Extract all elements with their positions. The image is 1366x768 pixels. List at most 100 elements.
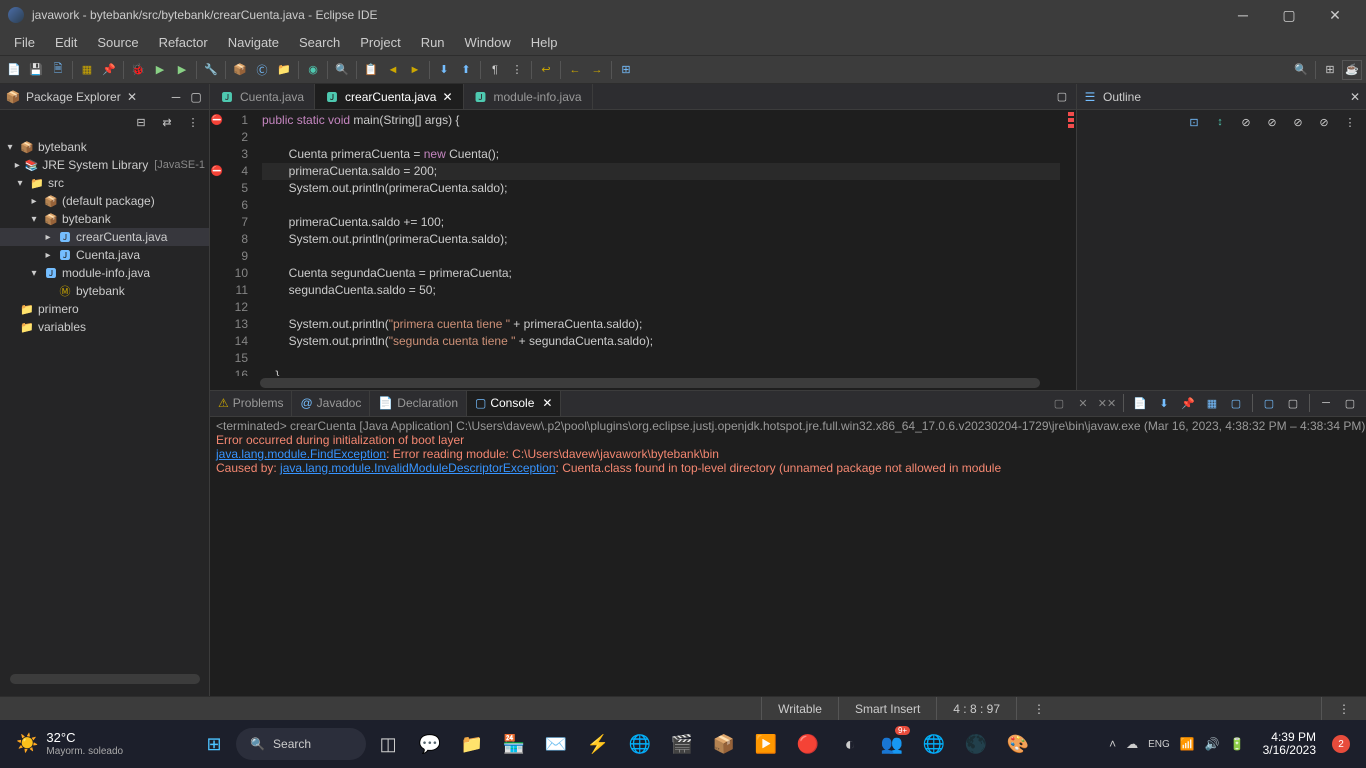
taskbar-clock[interactable]: 4:39 PM 3/16/2023 bbox=[1263, 731, 1316, 757]
app-mail-icon[interactable]: ✉️ bbox=[536, 724, 576, 764]
save-icon[interactable]: 💾 bbox=[26, 60, 46, 80]
debug-icon[interactable]: 🐞 bbox=[128, 60, 148, 80]
editor-maximize-icon[interactable]: ▢ bbox=[1052, 87, 1072, 107]
new-folder-icon[interactable]: 📁 bbox=[274, 60, 294, 80]
view-maximize-icon[interactable]: ▢ bbox=[189, 90, 203, 104]
package-explorer-close[interactable]: ✕ bbox=[127, 90, 137, 104]
tray-battery-icon[interactable]: 🔋 bbox=[1230, 737, 1245, 751]
menu-file[interactable]: File bbox=[4, 31, 45, 54]
tab-declaration[interactable]: 📄Declaration bbox=[370, 391, 467, 416]
view-minimize-icon[interactable]: ─ bbox=[169, 90, 183, 104]
step-icon[interactable]: ⬇ bbox=[434, 60, 454, 80]
app-media-icon[interactable]: ▶️ bbox=[746, 724, 786, 764]
next-annotation-icon[interactable]: ► bbox=[405, 60, 425, 80]
outline-sort-icon[interactable]: ↕ bbox=[1210, 112, 1230, 132]
console-display-icon[interactable]: ▦ bbox=[1202, 393, 1222, 413]
console-max-icon[interactable]: ▢ bbox=[1340, 393, 1360, 413]
tree-primero[interactable]: 📁 primero bbox=[0, 300, 209, 318]
tab-close-icon[interactable]: ✕ bbox=[442, 90, 452, 104]
java-perspective-icon[interactable]: ☕ bbox=[1342, 60, 1362, 80]
app-power-icon[interactable]: ⚡ bbox=[578, 724, 618, 764]
console-output[interactable]: <terminated> crearCuenta [Java Applicati… bbox=[210, 417, 1366, 697]
search-toolbar-icon[interactable]: 🔍 bbox=[332, 60, 352, 80]
outline-menu-icon[interactable]: ⋮ bbox=[1340, 112, 1360, 132]
outline-hide-local-icon[interactable]: ⊘ bbox=[1314, 112, 1334, 132]
start-button[interactable]: ⊞ bbox=[194, 724, 234, 764]
app-teams-icon[interactable]: 👥9+ bbox=[872, 724, 912, 764]
tab-module-info[interactable]: 🅹 module-info.java bbox=[464, 84, 593, 109]
app-chat-icon[interactable]: 💬 bbox=[410, 724, 450, 764]
back-icon[interactable]: ← bbox=[565, 60, 585, 80]
app-store-icon[interactable]: 🏪 bbox=[494, 724, 534, 764]
tab-crearcuenta[interactable]: 🅹 crearCuenta.java ✕ bbox=[315, 84, 463, 109]
tree-src[interactable]: ▾📁 src bbox=[0, 174, 209, 192]
taskbar-search[interactable]: 🔍 Search bbox=[236, 728, 366, 760]
menu-search[interactable]: Search bbox=[289, 31, 350, 54]
tab-console[interactable]: ▢Console✕ bbox=[467, 391, 561, 416]
console-remove-icon[interactable]: ✕ bbox=[1073, 393, 1093, 413]
quick-search-icon[interactable]: 🔍 bbox=[1291, 60, 1311, 80]
app-chrome-icon[interactable]: 🔴 bbox=[788, 724, 828, 764]
tray-chevron-icon[interactable]: ˄ bbox=[1109, 737, 1116, 751]
console-clear-icon[interactable]: 📄 bbox=[1130, 393, 1150, 413]
status-menu2-icon[interactable]: ⋮ bbox=[1321, 697, 1366, 720]
console-select-icon[interactable]: ▢ bbox=[1283, 393, 1303, 413]
task-view-button[interactable]: ◫ bbox=[368, 724, 408, 764]
tree-project[interactable]: ▾📦 bytebank bbox=[0, 138, 209, 156]
app-edge-icon[interactable]: 🌐 bbox=[620, 724, 660, 764]
tree-module-info[interactable]: ▾🅹 module-info.java bbox=[0, 264, 209, 282]
prev-annotation-icon[interactable]: ◄ bbox=[383, 60, 403, 80]
maximize-button[interactable]: ▢ bbox=[1266, 0, 1312, 30]
console-link-findexception[interactable]: java.lang.module.FindException bbox=[216, 447, 386, 461]
pin-icon[interactable]: 📌 bbox=[99, 60, 119, 80]
open-type-icon[interactable]: ◉ bbox=[303, 60, 323, 80]
tray-volume-icon[interactable]: 🔊 bbox=[1205, 737, 1220, 751]
console-terminate-icon[interactable]: ▢ bbox=[1049, 393, 1069, 413]
tree-module-bytebank[interactable]: Ⓜ bytebank bbox=[0, 282, 209, 300]
app-dropbox-icon[interactable]: 📦 bbox=[704, 724, 744, 764]
open-task-icon[interactable]: 📋 bbox=[361, 60, 381, 80]
tree-bytebank-package[interactable]: ▾📦 bytebank bbox=[0, 210, 209, 228]
toggle-icon[interactable]: ▦ bbox=[77, 60, 97, 80]
console-tab-close[interactable]: ✕ bbox=[542, 396, 552, 410]
package-tree[interactable]: ▾📦 bytebank ▸📚 JRE System Library [JavaS… bbox=[0, 134, 209, 696]
new-package-icon[interactable]: 📦 bbox=[230, 60, 250, 80]
status-menu-icon[interactable]: ⋮ bbox=[1016, 697, 1061, 720]
app-chrome2-icon[interactable]: 🌐 bbox=[914, 724, 954, 764]
tree-variables[interactable]: 📁 variables bbox=[0, 318, 209, 336]
console-open-icon[interactable]: ▢ bbox=[1226, 393, 1246, 413]
link-editor-icon[interactable]: ⇄ bbox=[157, 112, 177, 132]
new-icon[interactable]: 📄 bbox=[4, 60, 24, 80]
tree-default-package[interactable]: ▸📦 (default package) bbox=[0, 192, 209, 210]
coverage-icon[interactable]: ▶ bbox=[172, 60, 192, 80]
tab-javadoc[interactable]: @Javadoc bbox=[292, 391, 370, 416]
tree-crearcuenta[interactable]: ▸🅹 crearCuenta.java bbox=[0, 228, 209, 246]
menu-project[interactable]: Project bbox=[350, 31, 410, 54]
console-pin-icon[interactable]: 📌 bbox=[1178, 393, 1198, 413]
tab-cuenta[interactable]: 🅹 Cuenta.java bbox=[210, 84, 315, 109]
app-clipchamp-icon[interactable]: 🎬 bbox=[662, 724, 702, 764]
perspective-icon[interactable]: ⊞ bbox=[616, 60, 636, 80]
app-explorer-icon[interactable]: 📁 bbox=[452, 724, 492, 764]
outline-hide-static-icon[interactable]: ⊘ bbox=[1262, 112, 1282, 132]
status-position[interactable]: 4 : 8 : 97 bbox=[936, 697, 1016, 720]
overview-ruler[interactable] bbox=[1060, 110, 1076, 376]
tab-problems[interactable]: ⚠Problems bbox=[210, 391, 292, 416]
app-eclipse-icon[interactable]: 🌑 bbox=[956, 724, 996, 764]
last-edit-icon[interactable]: ↩ bbox=[536, 60, 556, 80]
menu-navigate[interactable]: Navigate bbox=[218, 31, 289, 54]
app-paint-icon[interactable]: 🎨 bbox=[998, 724, 1038, 764]
tray-wifi-icon[interactable]: 📶 bbox=[1180, 737, 1195, 751]
close-button[interactable]: ✕ bbox=[1312, 0, 1358, 30]
package-explorer-hscroll[interactable] bbox=[10, 674, 200, 684]
console-removeall-icon[interactable]: ✕✕ bbox=[1097, 393, 1117, 413]
tree-jre[interactable]: ▸📚 JRE System Library [JavaSE-1 bbox=[0, 156, 209, 174]
outline-focus-icon[interactable]: ⊡ bbox=[1184, 112, 1204, 132]
forward-icon[interactable]: → bbox=[587, 60, 607, 80]
run-icon[interactable]: ▶ bbox=[150, 60, 170, 80]
console-min-icon[interactable]: ─ bbox=[1316, 393, 1336, 413]
filter-icon[interactable]: ¶ bbox=[485, 60, 505, 80]
save-all-icon[interactable]: 🗎 bbox=[48, 60, 68, 80]
notification-badge[interactable]: 2 bbox=[1332, 735, 1350, 753]
outline-close[interactable]: ✕ bbox=[1350, 90, 1360, 104]
